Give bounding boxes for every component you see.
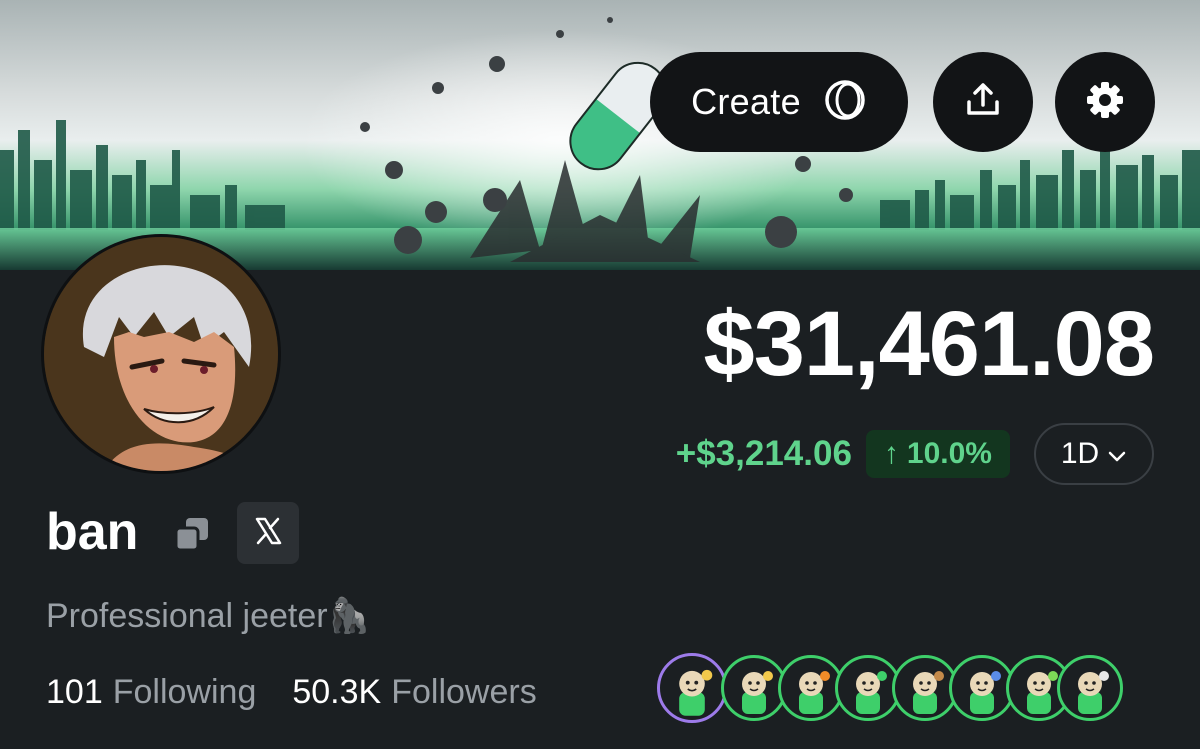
pnl-change-value: +$3,214.06 xyxy=(675,434,852,473)
copy-icon[interactable] xyxy=(172,514,212,554)
chevron-down-icon xyxy=(1107,437,1127,471)
settings-button[interactable] xyxy=(1055,52,1155,152)
crown-badge-figure xyxy=(679,669,713,716)
following-link[interactable]: 101 Following xyxy=(46,668,256,716)
share-button[interactable] xyxy=(933,52,1033,152)
following-label: Following xyxy=(112,673,257,711)
scholar-badge[interactable] xyxy=(1057,655,1123,721)
following-count: 101 xyxy=(46,673,103,711)
followers-label: Followers xyxy=(391,673,537,711)
megaphone-badge-figure xyxy=(856,671,887,714)
bio: Professional jeeter 🦍 xyxy=(46,592,370,640)
shopper-badge-figure xyxy=(913,671,944,714)
arrow-up-icon: ↑ xyxy=(883,437,899,470)
blue-hair-badge-figure xyxy=(970,671,1001,714)
username: ban xyxy=(46,503,139,561)
avatar[interactable] xyxy=(44,237,278,471)
x-profile-link[interactable] xyxy=(237,502,299,564)
follow-stats: 101 Following 50.3K Followers xyxy=(46,668,537,716)
scholar-badge-figure xyxy=(1078,671,1109,714)
avatar-image xyxy=(44,237,278,471)
x-logo-icon xyxy=(253,516,283,551)
crown-badge[interactable] xyxy=(657,653,727,723)
period-selector-label: 1D xyxy=(1060,437,1100,470)
share-upload-icon xyxy=(963,80,1003,125)
portfolio-balance: $31,461.08 xyxy=(703,293,1155,395)
lightning-badge-figure xyxy=(742,671,773,714)
ring-token-icon xyxy=(823,78,867,127)
gorilla-emoji: 🦍 xyxy=(327,597,370,635)
bio-text: Professional jeeter xyxy=(46,597,328,635)
create-button-label: Create xyxy=(691,81,801,122)
pnl-change-percent: 10.0% xyxy=(906,437,992,470)
followers-count: 50.3K xyxy=(292,673,382,711)
gear-icon xyxy=(1084,79,1126,126)
star-eyes-badge-figure xyxy=(799,671,830,714)
pnl-row: +$3,214.06 ↑ 10.0% 1D xyxy=(676,422,1154,486)
period-selector[interactable]: 1D xyxy=(1034,423,1154,485)
create-button[interactable]: Create xyxy=(650,52,908,152)
pnl-change-badge: ↑ 10.0% xyxy=(865,430,1010,478)
followers-link[interactable]: 50.3K Followers xyxy=(292,668,536,716)
